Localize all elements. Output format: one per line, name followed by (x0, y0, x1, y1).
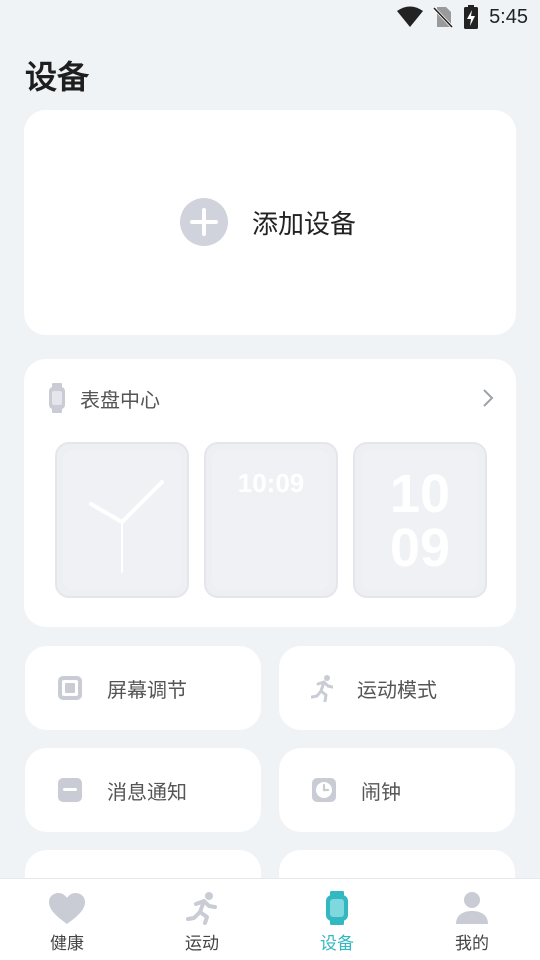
nav-item-health[interactable]: 健康 (22, 889, 112, 954)
tile-label: 运动模式 (357, 677, 437, 702)
analog-clock-hands (89, 480, 164, 573)
tile-message-notification[interactable]: 消息通知 (25, 748, 261, 832)
watch-icon (326, 891, 348, 925)
watch-face-analog[interactable] (55, 442, 189, 598)
screen-icon (58, 676, 82, 700)
nav-label: 设备 (320, 934, 354, 954)
user-icon (456, 892, 488, 924)
watch-face-center-header[interactable]: 表盘中心 (48, 381, 494, 415)
nav-item-sport[interactable]: 运动 (157, 889, 247, 954)
status-time: 5:45 (489, 5, 528, 28)
tile-label: 消息通知 (107, 779, 187, 804)
big-hours: 10 (389, 464, 451, 524)
wifi-icon (397, 6, 424, 27)
big-minutes: 09 (389, 518, 451, 578)
add-device-label: 添加设备 (252, 209, 357, 240)
watch-icon (49, 383, 65, 413)
status-icons: 5:45 (397, 5, 528, 29)
tile-alarm-clock[interactable]: 闹钟 (279, 748, 515, 832)
plus-icon (180, 198, 228, 246)
status-bar: 5:45 (0, 0, 540, 36)
page-title: 设备 (25, 58, 90, 96)
add-device-card[interactable]: 添加设备 (24, 110, 516, 335)
running-icon (186, 892, 217, 925)
nav-item-me[interactable]: 我的 (427, 889, 517, 954)
tile-sport-mode[interactable]: 运动模式 (279, 646, 515, 730)
watch-face-digital[interactable]: 10:09 (204, 442, 338, 598)
nav-label: 我的 (455, 934, 489, 954)
watch-face-center-title: 表盘中心 (80, 387, 160, 412)
watch-face-list: 10:09 10 09 (55, 442, 487, 598)
tile-screen-adjust[interactable]: 屏幕调节 (25, 646, 261, 730)
chevron-right-icon[interactable] (482, 388, 494, 408)
no-sim-icon (433, 6, 454, 28)
bottom-nav: 健康 运动 设备 我的 (0, 878, 540, 960)
watch-face-center-card: 表盘中心 10:09 10 09 (24, 359, 516, 627)
add-device-button[interactable]: 添加设备 (180, 198, 356, 246)
tile-label: 屏幕调节 (107, 677, 187, 702)
running-icon (311, 675, 333, 702)
alarm-clock-icon (312, 778, 336, 802)
battery-charging-icon (464, 5, 479, 29)
nav-label: 运动 (185, 934, 219, 954)
nav-label: 健康 (50, 934, 84, 954)
watch-face-big-digits[interactable]: 10 09 (353, 442, 487, 598)
heart-icon (49, 893, 85, 924)
tile-label: 闹钟 (361, 779, 401, 804)
digital-time: 10:09 (237, 468, 305, 498)
message-icon (58, 778, 82, 802)
nav-item-device[interactable]: 设备 (292, 889, 382, 954)
